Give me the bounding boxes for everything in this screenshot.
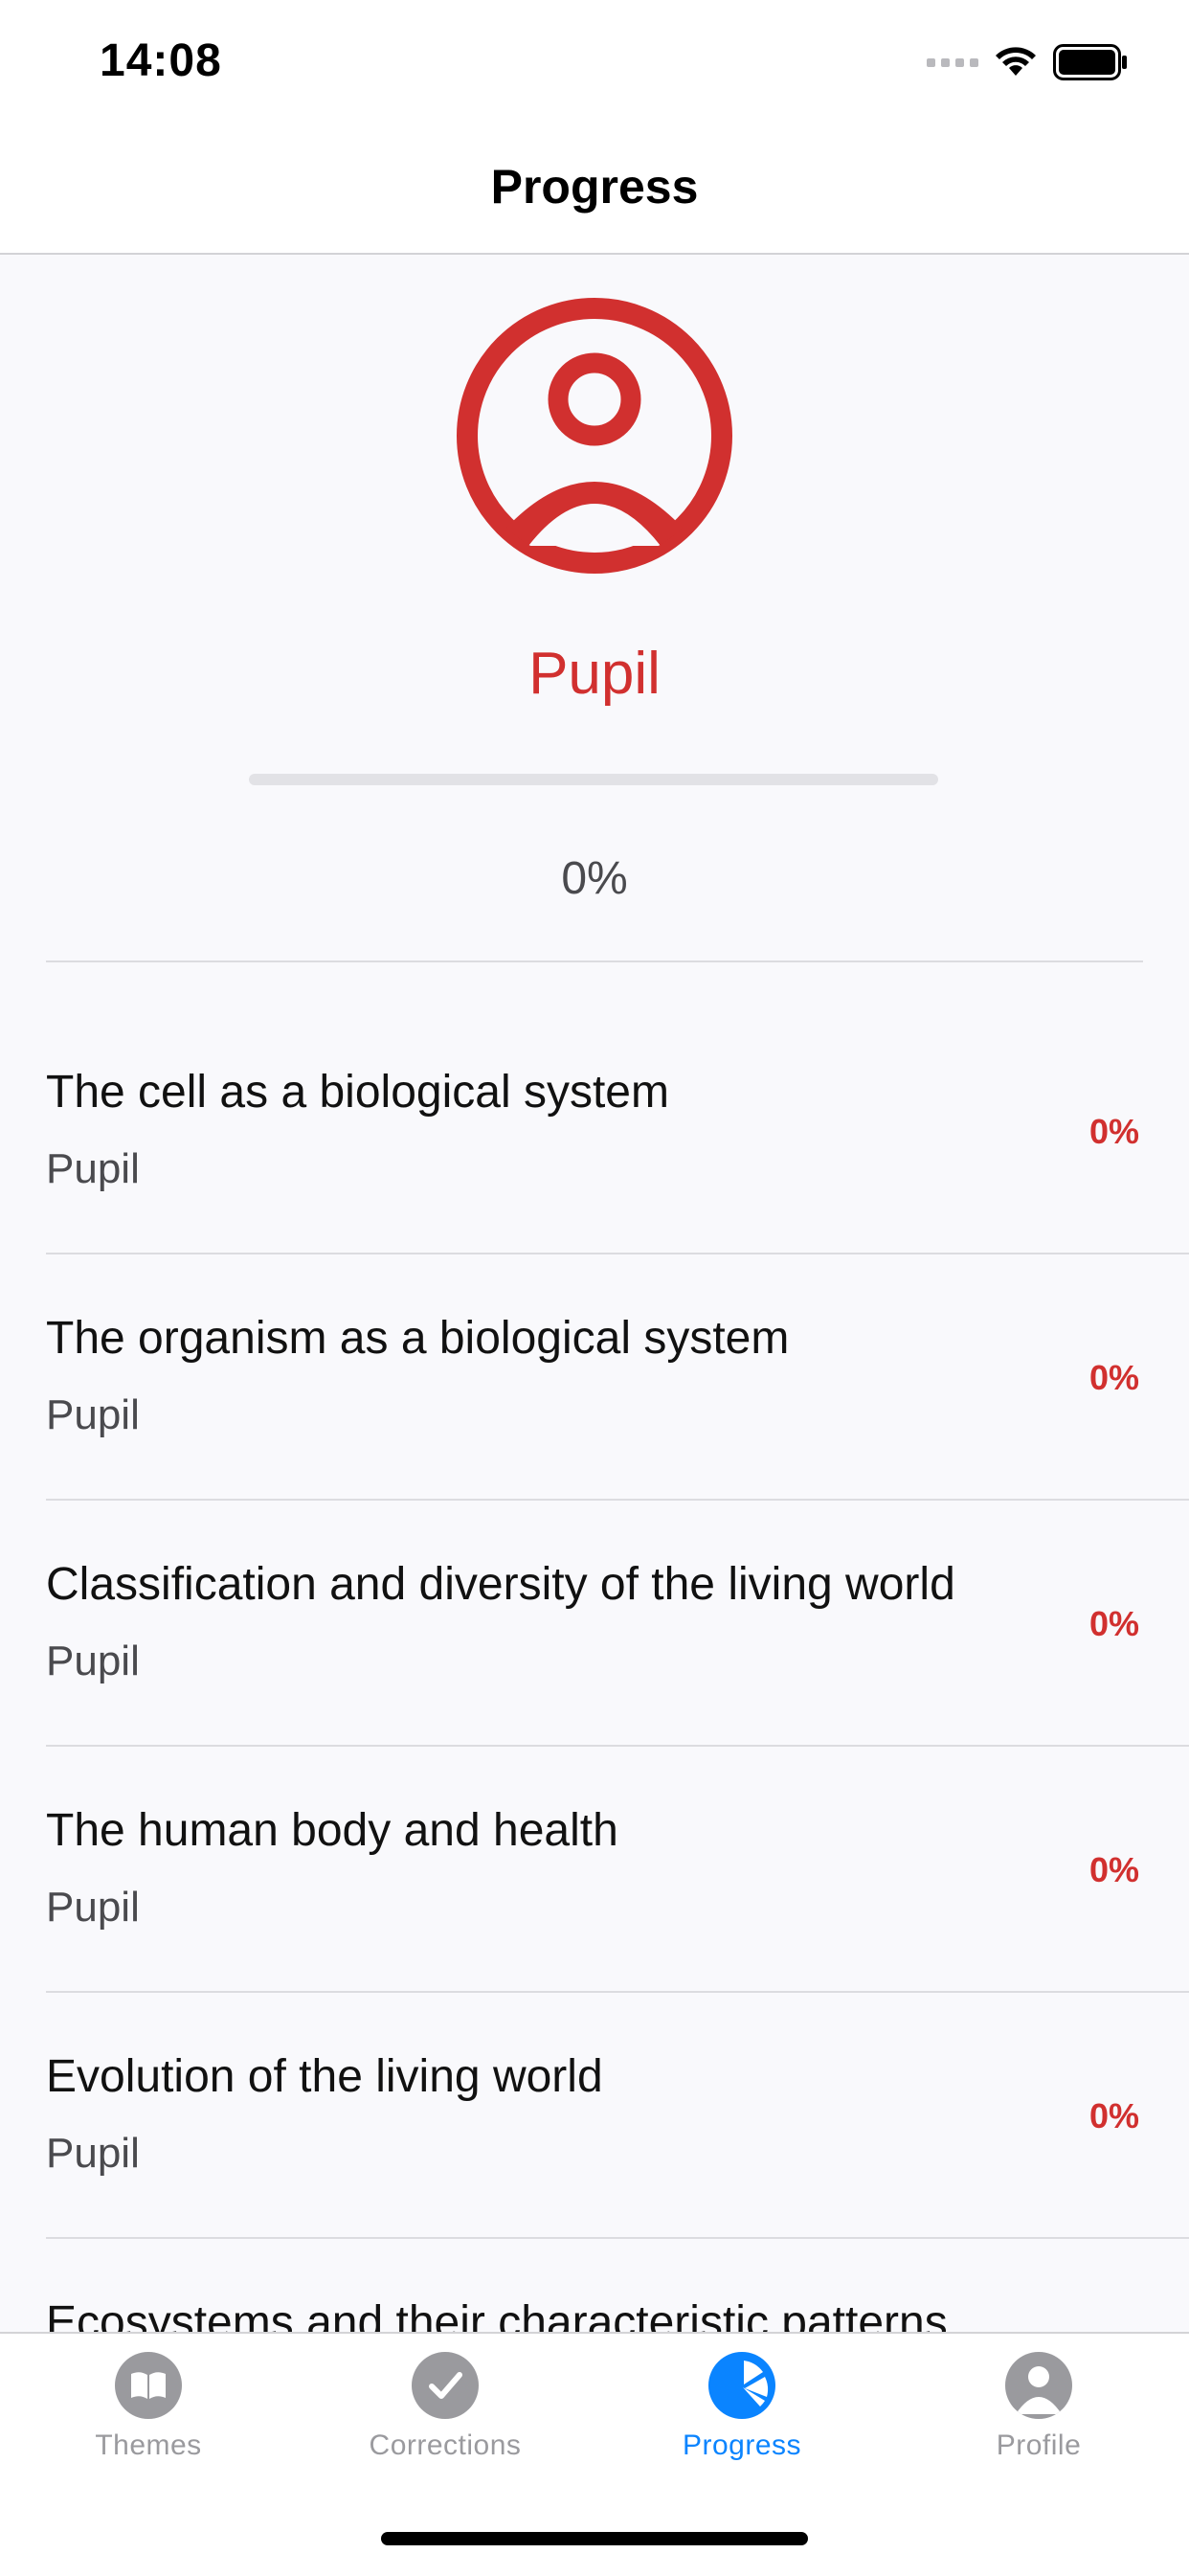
theme-level: Pupil bbox=[46, 1391, 140, 1438]
theme-level: Pupil bbox=[46, 1145, 140, 1192]
battery-icon bbox=[1053, 44, 1127, 80]
theme-level: Pupil bbox=[46, 2130, 140, 2177]
wifi-icon bbox=[996, 47, 1036, 76]
tab-corrections[interactable]: Corrections bbox=[297, 2351, 594, 2462]
tab-label: Themes bbox=[95, 2429, 202, 2461]
tab-profile[interactable]: Profile bbox=[890, 2351, 1187, 2462]
home-indicator bbox=[381, 2532, 808, 2545]
theme-percent: 0% bbox=[1088, 2096, 1139, 2135]
theme-title: Evolution of the living world bbox=[46, 2051, 603, 2102]
status-icons bbox=[927, 44, 1128, 80]
theme-percent: 0% bbox=[1088, 1358, 1139, 1397]
divider bbox=[46, 960, 1143, 962]
tab-label: Progress bbox=[682, 2429, 802, 2461]
theme-list: The cell as a biological system Pupil 0%… bbox=[0, 1008, 1189, 2332]
overall-progress-bar bbox=[249, 774, 938, 785]
page-title: Progress bbox=[490, 160, 699, 214]
theme-row[interactable]: Ecosystems and their characteristic patt… bbox=[46, 2239, 1189, 2332]
cellular-signal-icon bbox=[927, 57, 978, 67]
theme-row[interactable]: The cell as a biological system Pupil 0% bbox=[46, 1008, 1189, 1254]
theme-level: Pupil bbox=[46, 1638, 140, 1684]
user-avatar-icon bbox=[457, 298, 732, 574]
level-name: Pupil bbox=[528, 641, 661, 707]
theme-percent: 0% bbox=[1088, 1604, 1139, 1643]
theme-row[interactable]: Classification and diversity of the livi… bbox=[46, 1501, 1189, 1747]
person-icon bbox=[1005, 2352, 1072, 2419]
status-bar: 14:08 bbox=[0, 0, 1189, 126]
navigation-bar: Progress bbox=[0, 126, 1189, 255]
theme-percent: 0% bbox=[1088, 1850, 1139, 1889]
tab-label: Corrections bbox=[369, 2429, 522, 2461]
theme-title: The organism as a biological system bbox=[46, 1313, 790, 1364]
pie-chart-icon bbox=[708, 2352, 775, 2419]
overall-percent: 0% bbox=[561, 853, 628, 904]
theme-level: Pupil bbox=[46, 1884, 140, 1931]
theme-title: Ecosystems and their characteristic patt… bbox=[46, 2297, 948, 2332]
tab-themes[interactable]: Themes bbox=[0, 2351, 297, 2462]
book-icon bbox=[115, 2352, 182, 2419]
tab-label: Profile bbox=[996, 2429, 1082, 2461]
theme-title: Classification and diversity of the livi… bbox=[46, 1559, 955, 1610]
theme-percent: 0% bbox=[1088, 1112, 1139, 1151]
checkmark-icon bbox=[412, 2352, 479, 2419]
theme-row[interactable]: The organism as a biological system Pupi… bbox=[46, 1254, 1189, 1501]
theme-row[interactable]: Evolution of the living world Pupil 0% bbox=[46, 1993, 1189, 2239]
theme-row[interactable]: The human body and health Pupil 0% bbox=[46, 1747, 1189, 1993]
status-time: 14:08 bbox=[100, 35, 222, 86]
tab-progress[interactable]: Progress bbox=[594, 2351, 890, 2462]
theme-title: The cell as a biological system bbox=[46, 1067, 669, 1118]
theme-title: The human body and health bbox=[46, 1805, 618, 1856]
